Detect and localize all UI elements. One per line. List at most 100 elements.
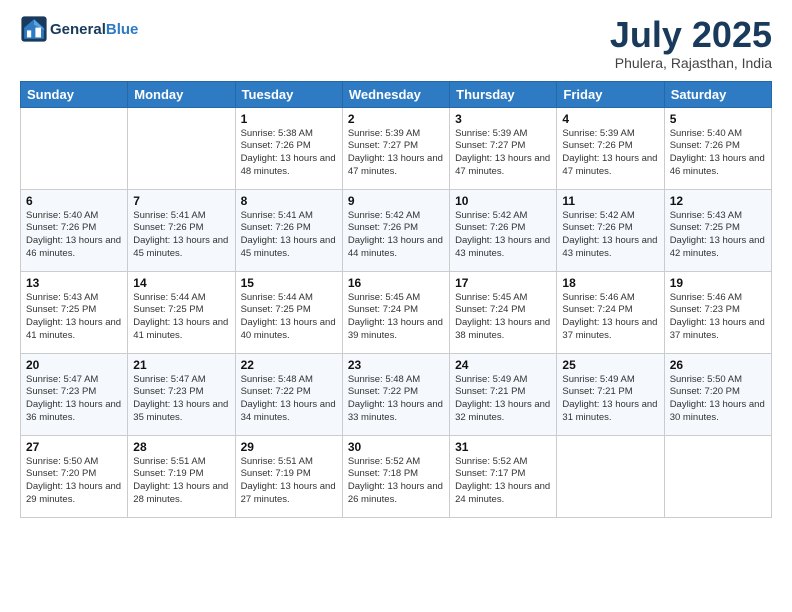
day-cell: 21Sunrise: 5:47 AM Sunset: 7:23 PM Dayli…	[128, 353, 235, 435]
col-header-tuesday: Tuesday	[235, 81, 342, 107]
day-number: 30	[348, 440, 444, 454]
day-info: Sunrise: 5:42 AM Sunset: 7:26 PM Dayligh…	[455, 210, 551, 261]
day-number: 5	[670, 112, 766, 126]
day-number: 12	[670, 194, 766, 208]
day-number: 3	[455, 112, 551, 126]
day-info: Sunrise: 5:41 AM Sunset: 7:26 PM Dayligh…	[241, 210, 337, 261]
day-cell: 29Sunrise: 5:51 AM Sunset: 7:19 PM Dayli…	[235, 435, 342, 517]
day-cell: 3 Sunrise: 5:39 AM Sunset: 7:27 PM Daylig…	[450, 107, 557, 189]
day-info: Sunrise: 5:48 AM Sunset: 7:22 PM Dayligh…	[241, 374, 337, 425]
col-header-friday: Friday	[557, 81, 664, 107]
day-info: Sunrise: 5:52 AM Sunset: 7:17 PM Dayligh…	[455, 456, 551, 507]
day-number: 21	[133, 358, 229, 372]
day-cell: 17Sunrise: 5:45 AM Sunset: 7:24 PM Dayli…	[450, 271, 557, 353]
day-cell: 26Sunrise: 5:50 AM Sunset: 7:20 PM Dayli…	[664, 353, 771, 435]
day-info: Sunrise: 5:40 AM Sunset: 7:26 PM Dayligh…	[670, 128, 766, 179]
day-info: Sunrise: 5:49 AM Sunset: 7:21 PM Dayligh…	[455, 374, 551, 425]
day-cell	[128, 107, 235, 189]
day-number: 8	[241, 194, 337, 208]
day-info: Sunrise: 5:48 AM Sunset: 7:22 PM Dayligh…	[348, 374, 444, 425]
day-number: 6	[26, 194, 122, 208]
day-cell: 9 Sunrise: 5:42 AM Sunset: 7:26 PM Daylig…	[342, 189, 449, 271]
day-info: Sunrise: 5:49 AM Sunset: 7:21 PM Dayligh…	[562, 374, 658, 425]
day-cell: 19 Sunrise: 5:46 AM Sunset: 7:23 PM Dayli…	[664, 271, 771, 353]
week-row-1: 1 Sunrise: 5:38 AM Sunset: 7:26 PM Daylig…	[21, 107, 772, 189]
day-number: 24	[455, 358, 551, 372]
col-header-sunday: Sunday	[21, 81, 128, 107]
day-number: 19	[670, 276, 766, 290]
header: GeneralBlue July 2025 Phulera, Rajasthan…	[20, 15, 772, 71]
day-info: Sunrise: 5:42 AM Sunset: 7:26 PM Dayligh…	[348, 210, 444, 261]
day-cell: 12Sunrise: 5:43 AM Sunset: 7:25 PM Dayli…	[664, 189, 771, 271]
day-cell: 2 Sunrise: 5:39 AM Sunset: 7:27 PM Daylig…	[342, 107, 449, 189]
day-cell: 24 Sunrise: 5:49 AM Sunset: 7:21 PM Dayli…	[450, 353, 557, 435]
day-cell: 16 Sunrise: 5:45 AM Sunset: 7:24 PM Dayli…	[342, 271, 449, 353]
col-header-monday: Monday	[128, 81, 235, 107]
day-cell: 6 Sunrise: 5:40 AM Sunset: 7:26 PM Daylig…	[21, 189, 128, 271]
day-number: 28	[133, 440, 229, 454]
page: GeneralBlue July 2025 Phulera, Rajasthan…	[0, 0, 792, 612]
day-number: 16	[348, 276, 444, 290]
day-cell: 20Sunrise: 5:47 AM Sunset: 7:23 PM Dayli…	[21, 353, 128, 435]
day-cell: 28 Sunrise: 5:51 AM Sunset: 7:19 PM Dayli…	[128, 435, 235, 517]
day-cell: 27 Sunrise: 5:50 AM Sunset: 7:20 PM Dayli…	[21, 435, 128, 517]
day-info: Sunrise: 5:51 AM Sunset: 7:19 PM Dayligh…	[241, 456, 337, 507]
day-info: Sunrise: 5:44 AM Sunset: 7:25 PM Dayligh…	[133, 292, 229, 343]
logo-icon	[20, 15, 48, 43]
logo: GeneralBlue	[20, 15, 138, 43]
month-title: July 2025	[610, 15, 772, 55]
day-cell: 30 Sunrise: 5:52 AM Sunset: 7:18 PM Dayli…	[342, 435, 449, 517]
day-info: Sunrise: 5:44 AM Sunset: 7:25 PM Dayligh…	[241, 292, 337, 343]
day-cell: 15 Sunrise: 5:44 AM Sunset: 7:25 PM Dayli…	[235, 271, 342, 353]
day-info: Sunrise: 5:46 AM Sunset: 7:24 PM Dayligh…	[562, 292, 658, 343]
day-number: 25	[562, 358, 658, 372]
week-row-2: 6 Sunrise: 5:40 AM Sunset: 7:26 PM Daylig…	[21, 189, 772, 271]
day-cell: 5 Sunrise: 5:40 AM Sunset: 7:26 PM Daylig…	[664, 107, 771, 189]
day-cell: 31Sunrise: 5:52 AM Sunset: 7:17 PM Dayli…	[450, 435, 557, 517]
location: Phulera, Rajasthan, India	[610, 55, 772, 71]
day-number: 1	[241, 112, 337, 126]
day-info: Sunrise: 5:46 AM Sunset: 7:23 PM Dayligh…	[670, 292, 766, 343]
day-cell: 11Sunrise: 5:42 AM Sunset: 7:26 PM Dayli…	[557, 189, 664, 271]
logo-text: GeneralBlue	[50, 21, 138, 38]
day-cell: 1 Sunrise: 5:38 AM Sunset: 7:26 PM Daylig…	[235, 107, 342, 189]
day-number: 23	[348, 358, 444, 372]
day-info: Sunrise: 5:41 AM Sunset: 7:26 PM Dayligh…	[133, 210, 229, 261]
day-cell: 4 Sunrise: 5:39 AM Sunset: 7:26 PM Daylig…	[557, 107, 664, 189]
day-info: Sunrise: 5:39 AM Sunset: 7:26 PM Dayligh…	[562, 128, 658, 179]
day-number: 13	[26, 276, 122, 290]
day-number: 4	[562, 112, 658, 126]
day-number: 9	[348, 194, 444, 208]
day-info: Sunrise: 5:40 AM Sunset: 7:26 PM Dayligh…	[26, 210, 122, 261]
week-row-4: 20Sunrise: 5:47 AM Sunset: 7:23 PM Dayli…	[21, 353, 772, 435]
day-cell	[557, 435, 664, 517]
day-number: 27	[26, 440, 122, 454]
day-number: 15	[241, 276, 337, 290]
day-number: 17	[455, 276, 551, 290]
day-number: 18	[562, 276, 658, 290]
day-info: Sunrise: 5:47 AM Sunset: 7:23 PM Dayligh…	[26, 374, 122, 425]
day-info: Sunrise: 5:50 AM Sunset: 7:20 PM Dayligh…	[26, 456, 122, 507]
day-cell: 18 Sunrise: 5:46 AM Sunset: 7:24 PM Dayli…	[557, 271, 664, 353]
day-info: Sunrise: 5:52 AM Sunset: 7:18 PM Dayligh…	[348, 456, 444, 507]
day-cell: 10 Sunrise: 5:42 AM Sunset: 7:26 PM Dayli…	[450, 189, 557, 271]
day-info: Sunrise: 5:51 AM Sunset: 7:19 PM Dayligh…	[133, 456, 229, 507]
day-cell: 13 Sunrise: 5:43 AM Sunset: 7:25 PM Dayli…	[21, 271, 128, 353]
day-info: Sunrise: 5:50 AM Sunset: 7:20 PM Dayligh…	[670, 374, 766, 425]
week-row-3: 13 Sunrise: 5:43 AM Sunset: 7:25 PM Dayli…	[21, 271, 772, 353]
title-block: July 2025 Phulera, Rajasthan, India	[610, 15, 772, 71]
day-info: Sunrise: 5:39 AM Sunset: 7:27 PM Dayligh…	[455, 128, 551, 179]
col-header-thursday: Thursday	[450, 81, 557, 107]
day-number: 2	[348, 112, 444, 126]
day-info: Sunrise: 5:38 AM Sunset: 7:26 PM Dayligh…	[241, 128, 337, 179]
day-number: 10	[455, 194, 551, 208]
day-cell: 14 Sunrise: 5:44 AM Sunset: 7:25 PM Dayli…	[128, 271, 235, 353]
day-cell: 22 Sunrise: 5:48 AM Sunset: 7:22 PM Dayli…	[235, 353, 342, 435]
day-info: Sunrise: 5:43 AM Sunset: 7:25 PM Dayligh…	[26, 292, 122, 343]
day-info: Sunrise: 5:39 AM Sunset: 7:27 PM Dayligh…	[348, 128, 444, 179]
day-number: 14	[133, 276, 229, 290]
day-number: 11	[562, 194, 658, 208]
day-number: 22	[241, 358, 337, 372]
day-info: Sunrise: 5:45 AM Sunset: 7:24 PM Dayligh…	[348, 292, 444, 343]
col-header-saturday: Saturday	[664, 81, 771, 107]
